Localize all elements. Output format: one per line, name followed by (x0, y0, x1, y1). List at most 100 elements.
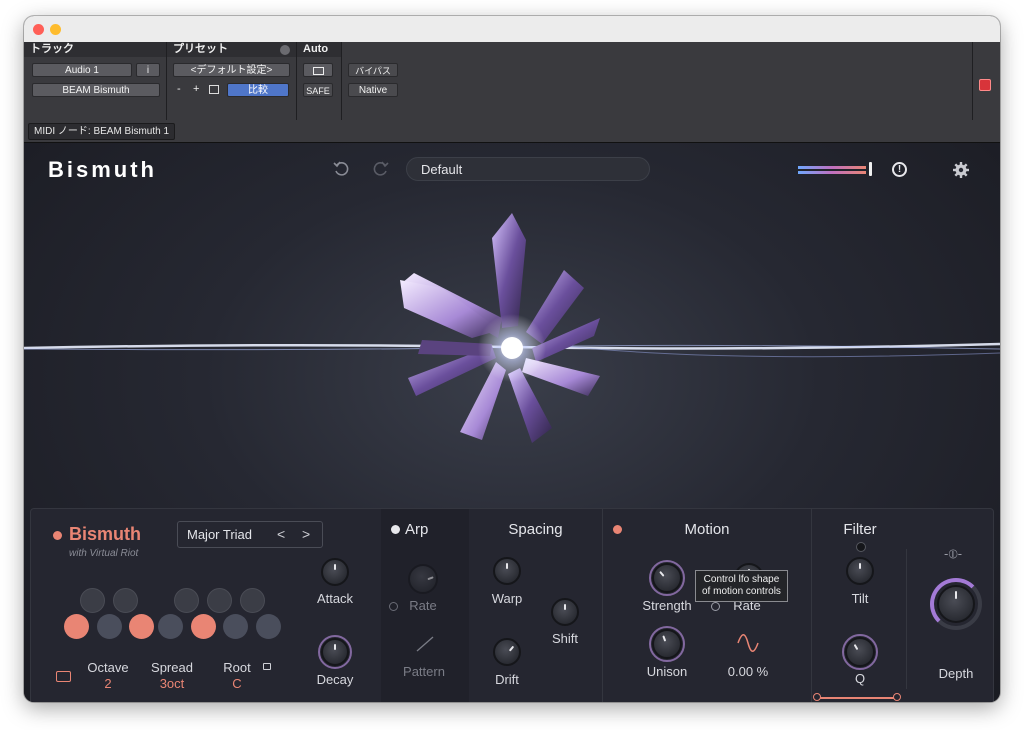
preset-header: プリセット (167, 42, 296, 57)
plugin-power-icon[interactable] (979, 79, 991, 91)
warp-label: Warp (491, 591, 523, 606)
arp-rate-clock-icon (389, 602, 398, 611)
drift-knob[interactable] (493, 638, 521, 666)
tooltip-line-1: Control lfo shape (703, 574, 780, 585)
lfo-shape-icon[interactable] (737, 634, 759, 652)
note-key-8[interactable] (207, 588, 232, 613)
warp-knob[interactable] (493, 557, 521, 585)
tilt-indicator-icon (856, 542, 866, 552)
root-value[interactable]: C (212, 676, 262, 691)
arp-section: Arp Rate Pattern (381, 509, 469, 702)
track-selector[interactable]: Audio 1 (32, 63, 132, 77)
root-label: Root (223, 660, 251, 675)
bismuth-power-toggle[interactable] (53, 531, 62, 540)
chord-prev-button[interactable]: < (277, 526, 285, 542)
range-handle-right[interactable] (893, 693, 901, 701)
automation-window-button[interactable] (303, 63, 333, 77)
motion-toggle[interactable] (613, 525, 622, 534)
chord-selector[interactable]: Major Triad < > (177, 521, 323, 548)
preset-menu-icon[interactable] (280, 45, 290, 55)
auto-header: Auto (297, 42, 341, 57)
preset-minus-button[interactable]: - (177, 83, 181, 95)
output-meter (798, 166, 868, 174)
auto-section: Auto SAFE (297, 42, 342, 120)
host-toolbar: トラック Audio 1 i BEAM Bismuth プリセット <デフォルト… (24, 42, 1000, 121)
output-level-slider[interactable] (869, 162, 872, 176)
spread-label: Spread (151, 660, 193, 675)
note-key-9[interactable] (223, 614, 248, 639)
octave-value[interactable]: 2 (81, 676, 135, 691)
attack-knob[interactable] (321, 558, 349, 586)
close-window-button[interactable] (33, 24, 44, 35)
q-knob[interactable] (845, 637, 875, 667)
depth-knob[interactable] (937, 585, 975, 623)
tilt-label: Tilt (851, 591, 869, 606)
track-info-button[interactable]: i (136, 63, 160, 77)
track-section: トラック Audio 1 i BEAM Bismuth (24, 42, 167, 120)
tilt-knob[interactable] (846, 557, 874, 585)
insert-selector[interactable]: BEAM Bismuth (32, 83, 160, 97)
unison-label: Unison (646, 664, 688, 679)
range-handle-left[interactable] (813, 693, 821, 701)
chord-next-button[interactable]: > (302, 526, 310, 542)
arp-toggle[interactable] (391, 525, 400, 534)
note-key-1[interactable] (80, 588, 105, 613)
brand-logo: Bismuth (48, 157, 157, 182)
control-panel: Bismuth with Virtual Riot Major Triad < … (30, 508, 994, 702)
compare-button[interactable]: 比較 (227, 83, 289, 97)
settings-gear-icon[interactable] (952, 161, 970, 179)
bypass-button[interactable]: バイパス (348, 63, 398, 77)
note-key-5[interactable] (158, 614, 183, 639)
motion-rate-clock-icon (711, 602, 720, 611)
q-label: Q (854, 671, 866, 686)
arp-pattern-icon[interactable] (415, 635, 435, 653)
lfo-value: 0.00 % (727, 664, 769, 679)
preset-plus-button[interactable]: + (193, 83, 199, 95)
lock-icon[interactable] (263, 663, 271, 670)
note-key-7[interactable] (191, 614, 216, 639)
plugin-window: トラック Audio 1 i BEAM Bismuth プリセット <デフォルト… (24, 16, 1000, 702)
note-key-6[interactable] (174, 588, 199, 613)
filter-header: Filter (843, 521, 877, 538)
minimize-window-button[interactable] (50, 24, 61, 35)
plugin-body: Bismuth Default ! Bismuth with Virtual R… (24, 143, 1000, 702)
decay-knob[interactable] (321, 638, 349, 666)
preset-selector[interactable]: Default (406, 157, 650, 181)
attack-label: Attack (316, 591, 354, 606)
motion-header: Motion (684, 521, 730, 538)
spacing-section: Spacing Warp Shift Drift (469, 509, 602, 702)
engine-subtitle: with Virtual Riot (69, 548, 139, 559)
note-key-3[interactable] (113, 588, 138, 613)
arp-rate-knob[interactable] (408, 564, 438, 594)
tooltip-line-2: of motion controls (702, 586, 781, 597)
note-key-2[interactable] (97, 614, 122, 639)
spread-value[interactable]: 3oct (145, 676, 199, 691)
depth-label: Depth (938, 666, 974, 681)
shift-label: Shift (551, 631, 578, 646)
note-key-4[interactable] (129, 614, 154, 639)
track-header: トラック (24, 42, 166, 57)
engine-title: Bismuth (69, 524, 141, 544)
note-key-0[interactable] (64, 614, 89, 639)
strength-knob[interactable] (652, 563, 682, 593)
host-preset-selector[interactable]: <デフォルト設定> (173, 63, 290, 77)
keyboard-icon[interactable] (56, 671, 71, 682)
midi-node-selector[interactable]: MIDI ノード: BEAM Bismuth 1 (28, 123, 176, 140)
copy-icon[interactable] (209, 85, 219, 94)
filter-range-slider[interactable] (813, 693, 901, 701)
redo-icon[interactable] (370, 159, 390, 179)
safe-button[interactable]: SAFE (303, 83, 333, 97)
depth-mode-icon[interactable]: -⦶- (944, 546, 962, 562)
native-button[interactable]: Native (348, 83, 398, 97)
arp-pattern-label: Pattern (403, 664, 445, 679)
shift-knob[interactable] (551, 598, 579, 626)
automation-icon (312, 67, 324, 75)
note-key-10[interactable] (240, 588, 265, 613)
undo-icon[interactable] (332, 159, 352, 179)
midi-node-bar: MIDI ノード: BEAM Bismuth 1 (24, 120, 1000, 143)
unison-knob[interactable] (652, 629, 682, 659)
clip-warning-icon[interactable]: ! (892, 162, 907, 177)
note-key-11[interactable] (256, 614, 281, 639)
spacing-header: Spacing (508, 521, 563, 538)
crystal-visualizer (24, 213, 1000, 443)
